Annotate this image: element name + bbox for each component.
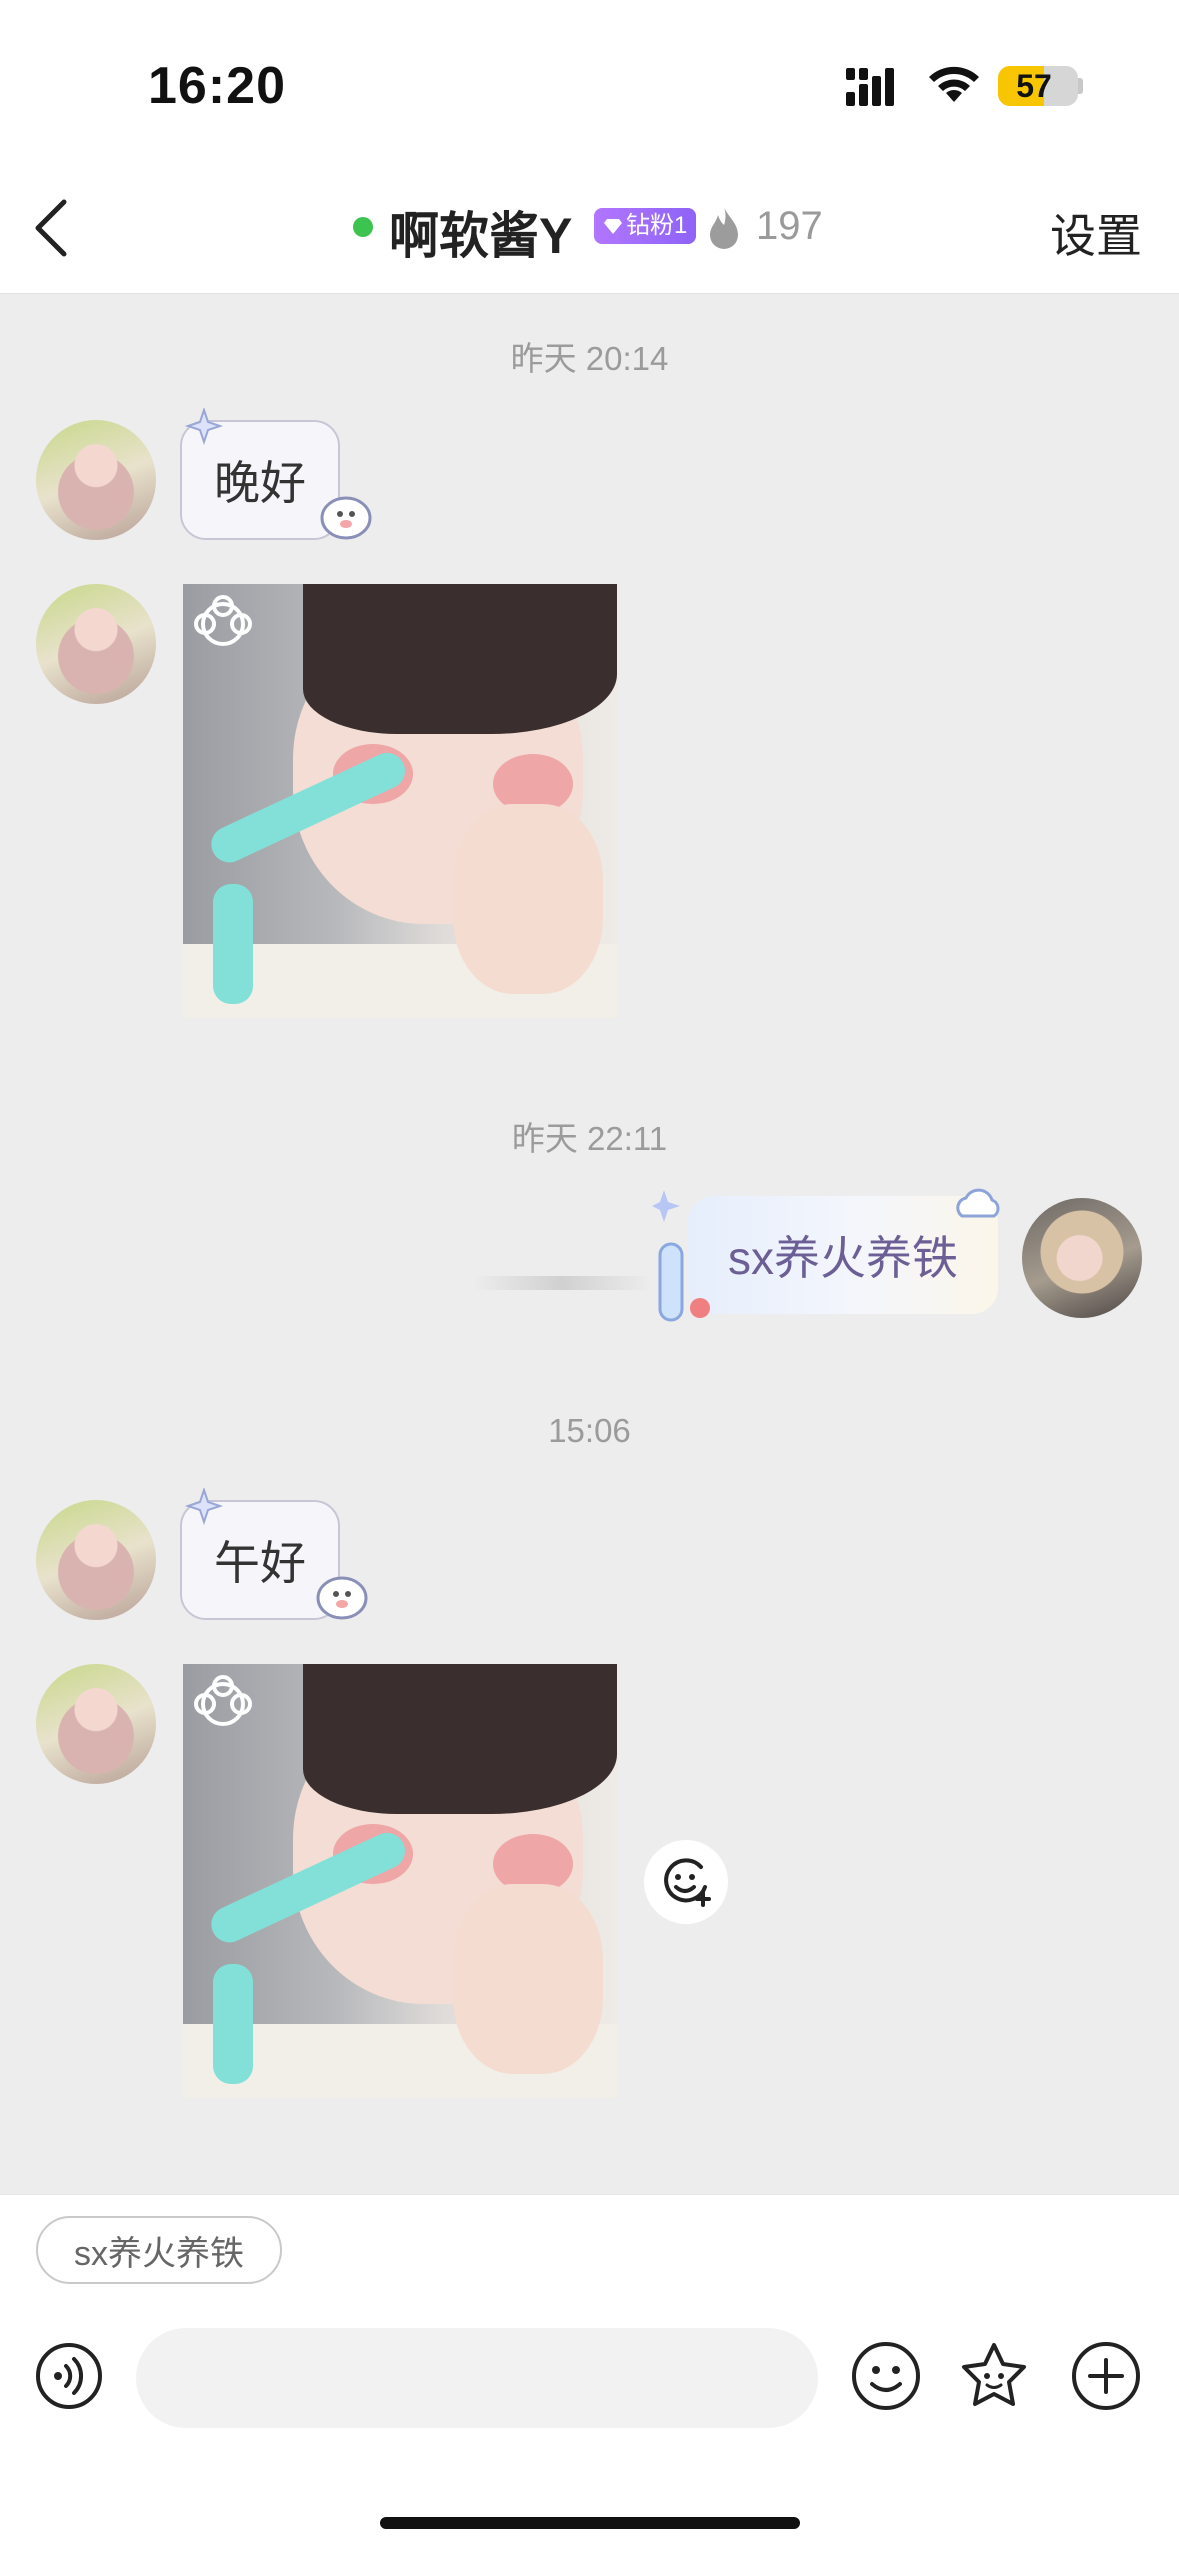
flower-stamp-icon	[194, 1675, 252, 1726]
home-indicator	[380, 2517, 800, 2529]
battery-indicator: 57	[998, 66, 1078, 106]
message-timestamp: 昨天 22:11	[511, 1120, 668, 1157]
photo-hand	[453, 804, 603, 994]
contact-avatar[interactable]	[36, 1664, 156, 1784]
message-text: 午好	[214, 1537, 306, 1589]
message-timestamp: 15:06	[548, 1412, 631, 1449]
voice-icon[interactable]	[34, 2341, 104, 2411]
diamond-icon	[604, 219, 622, 234]
signal-icon	[846, 68, 894, 106]
photo-straw	[213, 1964, 253, 2084]
message-status-indicator	[472, 1276, 652, 1290]
cloud-icon	[956, 1188, 1000, 1218]
sparkle-icon	[184, 1488, 224, 1526]
contact-avatar[interactable]	[36, 584, 156, 704]
flame-icon	[710, 207, 738, 249]
photo-hand	[453, 1884, 603, 2074]
bottle-sticker-icon	[652, 1190, 710, 1322]
contact-avatar[interactable]	[36, 1500, 156, 1620]
intimacy-value: 197	[756, 204, 823, 248]
sticker-icon[interactable]	[958, 2340, 1030, 2412]
message-input[interactable]	[136, 2328, 818, 2428]
image-message[interactable]	[183, 1664, 617, 2098]
contact-name[interactable]: 啊软酱Y	[389, 196, 572, 268]
my-avatar[interactable]	[1022, 1198, 1142, 1318]
chevron-left-icon[interactable]	[30, 196, 86, 260]
photo-hair	[303, 1664, 617, 1814]
battery-cap	[1078, 78, 1083, 94]
bird-sticker-icon	[320, 496, 372, 540]
message-text: 晚好	[214, 457, 306, 509]
wifi-icon	[929, 66, 979, 102]
add-reaction-button[interactable]	[644, 1840, 728, 1924]
flower-stamp-icon	[194, 595, 252, 646]
plus-icon[interactable]	[1070, 2340, 1142, 2412]
message-text: sx养火养铁	[728, 1232, 958, 1284]
sparkle-icon	[184, 408, 224, 446]
image-message[interactable]	[183, 584, 617, 1018]
photo-straw	[213, 884, 253, 1004]
chat-header	[0, 160, 1179, 294]
photo-hair	[303, 584, 617, 734]
fan-level-label: 钻粉1	[626, 212, 688, 239]
fan-level-badge: 钻粉1	[594, 208, 696, 244]
bird-sticker-icon	[316, 1576, 368, 1620]
contact-avatar[interactable]	[36, 420, 156, 540]
online-status-dot	[353, 217, 373, 237]
status-time: 16:20	[148, 57, 286, 115]
settings-button[interactable]: 设置	[1050, 200, 1142, 266]
emoji-icon[interactable]	[850, 2340, 922, 2412]
battery-level: 57	[1016, 68, 1052, 104]
message-timestamp: 昨天 20:14	[510, 340, 669, 377]
quick-reply-chip[interactable]: sx养火养铁	[36, 2216, 282, 2284]
emoji-reaction-icon	[664, 1858, 711, 1907]
